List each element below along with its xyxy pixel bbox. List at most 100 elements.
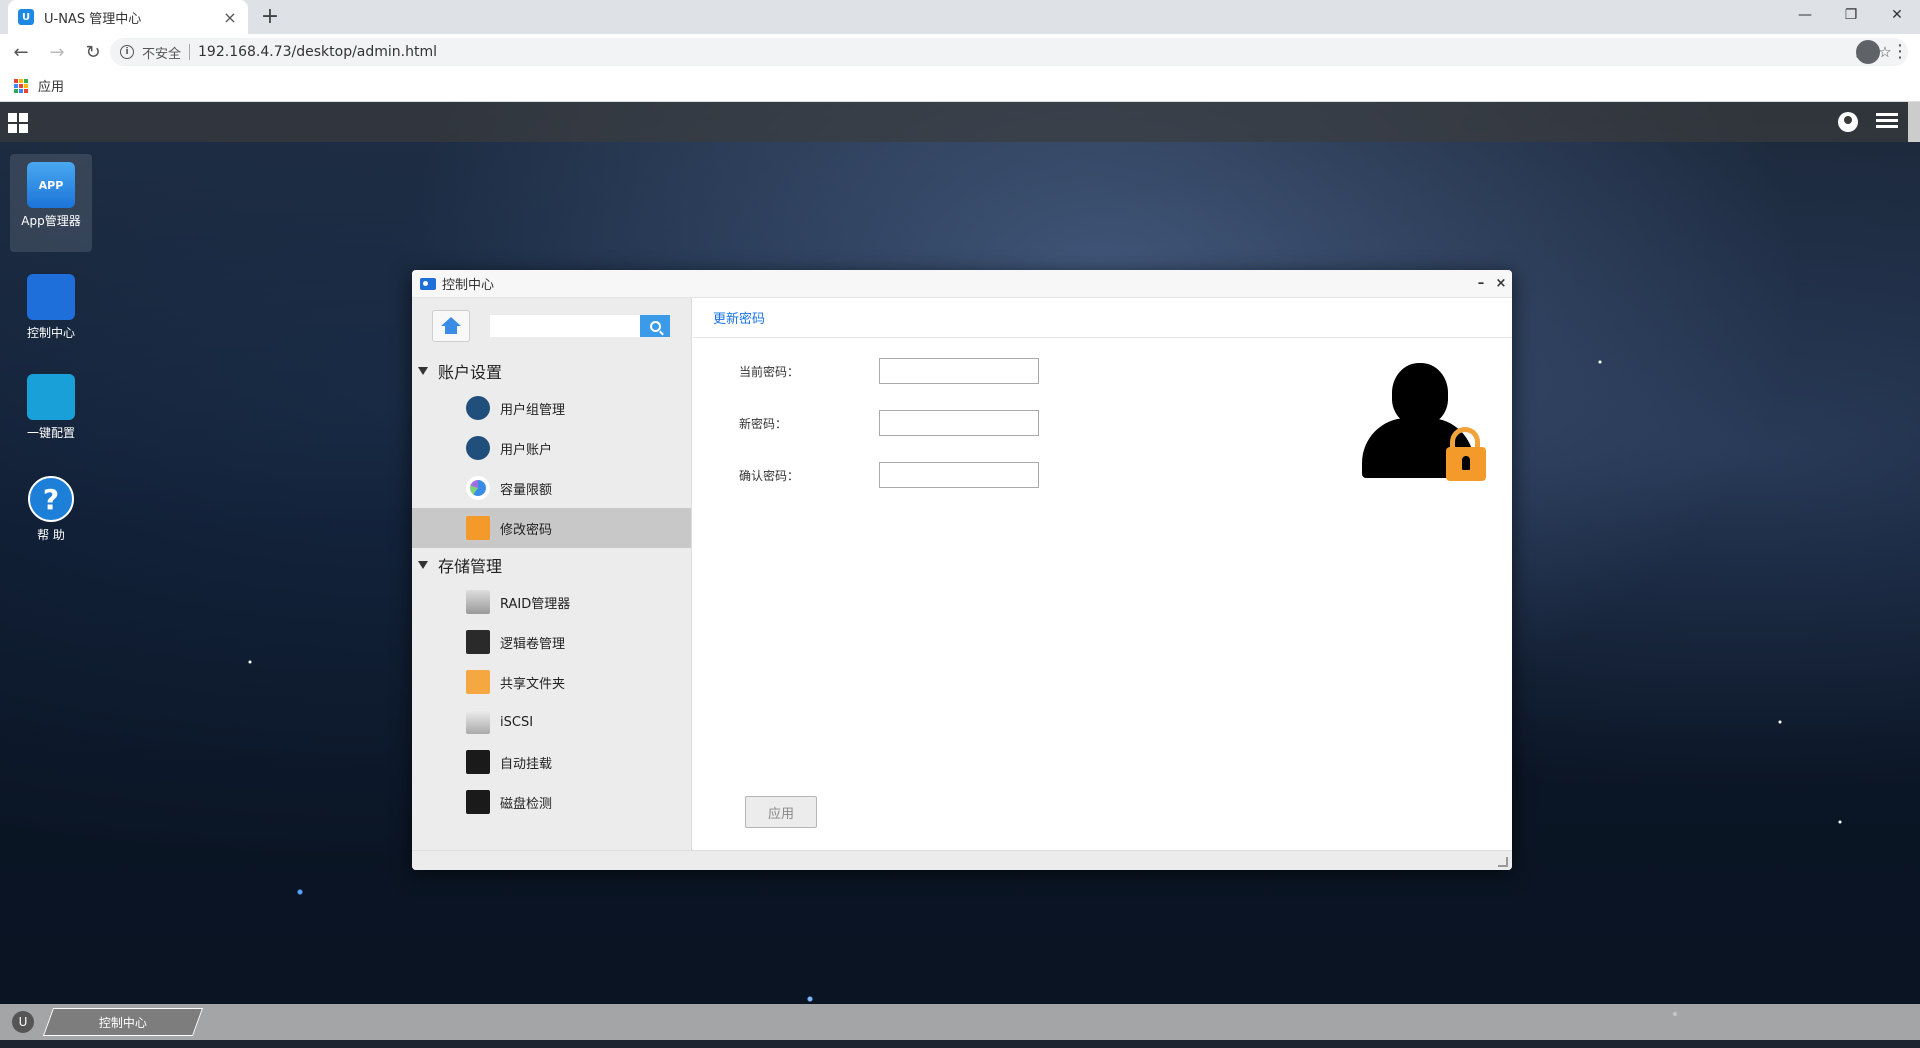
current-password-field[interactable] <box>879 358 1039 384</box>
search-button[interactable] <box>640 315 670 337</box>
browser-toolbar: ← → ↻ i 不安全 192.168.4.73/desktop/admin.h… <box>0 34 1920 70</box>
bookmarks-bar: 应用 <box>0 70 1920 102</box>
browser-tab[interactable]: U U-NAS 管理中心 × <box>8 0 248 34</box>
lock-icon <box>466 516 490 540</box>
group-storage-management[interactable]: 存储管理 <box>412 548 691 582</box>
address-bar[interactable]: i 不安全 192.168.4.73/desktop/admin.html ⚷ … <box>110 38 1908 66</box>
forward-button[interactable]: → <box>42 37 72 67</box>
group-account-settings[interactable]: 账户设置 <box>412 354 691 388</box>
new-password-label: 新密码： <box>739 416 788 431</box>
sidebar-item-shared-folders[interactable]: 共享文件夹 <box>412 662 691 702</box>
desktop-icon-label: 帮 助 <box>37 528 65 542</box>
resize-grip-icon[interactable] <box>1498 857 1508 867</box>
desktop-icon-help[interactable]: ? 帮 助 <box>10 468 92 543</box>
raid-icon <box>466 590 490 614</box>
lvm-icon <box>466 630 490 654</box>
sidebar-item-user-accounts[interactable]: 用户账户 <box>412 428 691 468</box>
browser-tabstrip: U U-NAS 管理中心 × + — ❐ ✕ <box>0 0 1920 34</box>
control-center-icon <box>420 277 436 290</box>
sidebar-search-row <box>412 298 691 354</box>
control-center-icon <box>27 274 75 320</box>
automount-icon <box>466 750 490 774</box>
taskbar-item-label: 控制中心 <box>98 1015 147 1030</box>
caret-down-icon <box>418 367 428 375</box>
window-minimize-button[interactable]: – <box>1472 275 1490 293</box>
tab-close-icon[interactable]: × <box>222 8 238 27</box>
help-icon: ? <box>28 476 74 522</box>
user-group-icon <box>466 396 490 420</box>
start-menu-icon[interactable] <box>8 113 28 133</box>
apps-bookmark-label[interactable]: 应用 <box>38 76 64 95</box>
restore-window-button[interactable]: ❐ <box>1828 0 1874 30</box>
os-bottom-strip <box>0 1040 1920 1048</box>
url-text[interactable]: 192.168.4.73/desktop/admin.html <box>198 44 1846 60</box>
security-label: 不安全 <box>142 46 182 62</box>
desktop-icon-label: 一键配置 <box>26 426 75 440</box>
sidebar-item-disk-check[interactable]: 磁盘检测 <box>412 782 691 822</box>
app-store-icon: APP <box>27 162 75 208</box>
current-password-label: 当前密码： <box>739 364 800 379</box>
control-center-window: 控制中心 – × 账户设置 用户组管理 用户账户 容量限额 修改密码 存储管理 … <box>412 270 1512 870</box>
sidebar-item-automount[interactable]: 自动挂载 <box>412 742 691 782</box>
tab-title: U-NAS 管理中心 <box>44 11 142 27</box>
mouse-icon <box>27 374 75 420</box>
sidebar-item-label: 修改密码 <box>500 522 553 538</box>
profile-avatar-icon[interactable] <box>1856 40 1880 64</box>
new-password-field[interactable] <box>879 410 1039 436</box>
reload-button[interactable]: ↻ <box>78 37 108 67</box>
window-close-button[interactable]: × <box>1492 275 1510 293</box>
minimize-window-button[interactable]: — <box>1782 0 1828 30</box>
task-list-icon[interactable] <box>1876 113 1898 131</box>
sidebar-item-label: 容量限额 <box>500 482 553 498</box>
apply-button[interactable]: 应用 <box>745 796 817 828</box>
tab-update-password[interactable]: 更新密码 <box>693 298 1512 338</box>
sidebar-item-lvm[interactable]: 逻辑卷管理 <box>412 622 691 662</box>
desktop-icon-label: 控制中心 <box>26 326 75 340</box>
apps-grid-icon[interactable] <box>14 78 28 93</box>
page-scrollbar[interactable] <box>1908 102 1920 142</box>
sidebar-item-label: 用户组管理 <box>500 402 566 418</box>
sidebar-item-user-groups[interactable]: 用户组管理 <box>412 388 691 428</box>
unas-logo-icon[interactable]: U <box>12 1011 34 1033</box>
group-label: 存储管理 <box>438 557 503 576</box>
new-tab-button[interactable]: + <box>256 4 284 32</box>
browser-menu-icon[interactable]: ⋮ <box>1890 40 1910 64</box>
sidebar-item-raid[interactable]: RAID管理器 <box>412 582 691 622</box>
desktop-icon-app-manager[interactable]: APP App管理器 <box>10 154 92 252</box>
back-button[interactable]: ← <box>6 37 36 67</box>
desktop-icon-label: App管理器 <box>21 214 81 228</box>
window-controls: — ❐ ✕ <box>1782 0 1920 30</box>
close-window-button[interactable]: ✕ <box>1874 0 1920 30</box>
home-icon <box>441 317 461 335</box>
window-titlebar[interactable]: 控制中心 – × <box>412 270 1512 298</box>
quota-icon <box>466 476 490 500</box>
sidebar-item-iscsi[interactable]: iSCSI <box>412 702 691 742</box>
home-button[interactable] <box>432 310 470 342</box>
info-icon[interactable]: i <box>120 45 134 59</box>
window-footer <box>412 850 1512 870</box>
sidebar-search-input[interactable] <box>490 315 640 337</box>
settings-sidebar: 账户设置 用户组管理 用户账户 容量限额 修改密码 存储管理 RAID管理器 逻… <box>412 298 692 850</box>
sidebar-item-label: 磁盘检测 <box>500 796 553 812</box>
sidebar-item-change-password[interactable]: 修改密码 <box>412 508 691 548</box>
omnibox-divider <box>189 44 191 60</box>
confirm-password-label: 确认密码： <box>739 468 800 483</box>
desktop-icon-quick-setup[interactable]: 一键配置 <box>10 366 92 441</box>
desktop-icon-control-center[interactable]: 控制中心 <box>10 266 92 341</box>
sidebar-item-label: 逻辑卷管理 <box>500 636 566 652</box>
site-favicon-icon: U <box>18 9 34 25</box>
sidebar-item-label: 自动挂载 <box>500 756 553 772</box>
sidebar-item-quota[interactable]: 容量限额 <box>412 468 691 508</box>
user-menu-icon[interactable] <box>1838 112 1858 132</box>
shared-folder-icon <box>466 670 490 694</box>
desktop-topbar <box>0 102 1908 142</box>
disk-check-icon <box>466 790 490 814</box>
confirm-password-field[interactable] <box>879 462 1039 488</box>
password-form: 当前密码： 新密码： 确认密码： <box>739 358 1039 514</box>
confirm-password-row: 确认密码： <box>739 462 1039 488</box>
taskbar-item-control-center[interactable]: 控制中心 <box>42 1008 204 1036</box>
tab-label: 更新密码 <box>713 312 766 327</box>
user-account-icon <box>466 436 490 460</box>
nas-desktop: APP App管理器 控制中心 一键配置 ? 帮 助 控制中心 – × 账户设置… <box>0 102 1920 1048</box>
iscsi-icon <box>466 710 490 734</box>
